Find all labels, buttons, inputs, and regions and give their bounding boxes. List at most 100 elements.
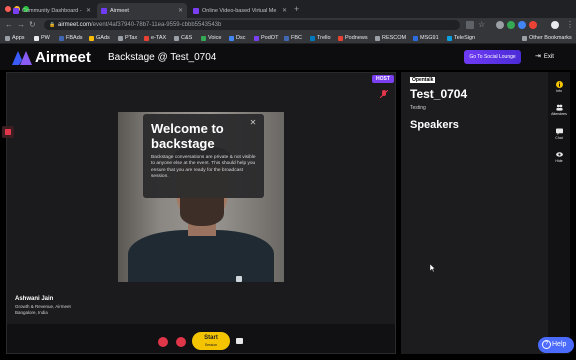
bookmark-favicon-icon [338, 35, 343, 41]
video-figure-shirt [128, 230, 274, 282]
speaker-details: Growth & Revenue, Airmeet Bangalore, Ind… [15, 304, 71, 315]
bookmark-favicon-icon [310, 35, 315, 41]
attendees-icon [555, 104, 563, 111]
event-description: Testing [410, 105, 426, 111]
bookmark-favicon-icon [229, 35, 234, 41]
bookmark-item[interactable]: PodOT [254, 34, 278, 42]
welcome-backstage-dialog: Welcome to backstage Backstage conversat… [143, 114, 264, 198]
back-icon[interactable]: ← [5, 20, 13, 30]
bookmark-item[interactable]: C&S [174, 34, 192, 42]
extension-icon[interactable] [496, 21, 504, 29]
airmeet-logo[interactable]: Airmeet [12, 49, 91, 66]
tab-favicon-icon [13, 7, 19, 14]
start-sub-label: Session [204, 343, 218, 347]
bookmark-item[interactable]: RESCOM [375, 34, 406, 42]
browser-tab-bar: Community Dashboard - Open ✕ Airmeet ✕ O… [0, 0, 576, 18]
rail-attendees[interactable]: Attendees [548, 104, 570, 116]
help-icon: ? [542, 340, 551, 349]
menu-dots-icon[interactable]: ⋮ [566, 20, 574, 30]
browser-toolbar: ← → ↻ 🔒 airmeet.com/event/4af37940-78b7-… [0, 18, 576, 32]
mouse-cursor-icon [430, 264, 435, 272]
bookmark-item[interactable]: e-TAX [144, 34, 166, 42]
tab-airmeet[interactable]: Airmeet ✕ [97, 3, 187, 18]
info-icon [555, 81, 563, 88]
rail-hide[interactable]: Hide [548, 151, 570, 163]
camera-off-icon[interactable] [158, 337, 168, 347]
app-header: Airmeet Backstage @ Test_0704 Go To Soci… [0, 44, 576, 70]
speaker-location: Bangalore, India [15, 309, 48, 315]
exit-icon: ⇥ [535, 53, 541, 60]
star-icon[interactable]: ☆ [478, 21, 486, 29]
bookmark-item[interactable]: Voice [201, 34, 221, 42]
bookmark-favicon-icon [413, 35, 418, 41]
tab-close-icon[interactable]: ✕ [86, 7, 91, 14]
bookmark-item[interactable]: MSG91 [413, 34, 439, 42]
exit-button[interactable]: ⇥ Exit [535, 53, 554, 61]
url-host: airmeet.com [58, 22, 92, 28]
bookmark-item[interactable]: Trello [310, 34, 331, 42]
bookmark-favicon-icon [144, 35, 149, 41]
page-title: Backstage @ Test_0704 [108, 52, 217, 63]
bookmark-favicon-icon [447, 35, 452, 41]
social-lounge-button[interactable]: Go To Social Lounge [464, 50, 521, 64]
rail-info[interactable]: Info [548, 81, 570, 93]
speaker-name: Ashwani Jain [15, 296, 54, 302]
bookmark-favicon-icon [59, 35, 64, 41]
tab-close-icon[interactable]: ✕ [282, 7, 287, 14]
start-session-button[interactable]: Start Session [192, 332, 230, 350]
welcome-title: Welcome to backstage [151, 121, 224, 151]
video-figure-beard [180, 198, 224, 226]
bookmark-item[interactable]: FBAds [59, 34, 83, 42]
tab-close-icon[interactable]: ✕ [178, 7, 183, 14]
bookmark-item[interactable]: PW [34, 34, 50, 42]
bookmark-favicon-icon [34, 35, 39, 41]
mic-off-icon[interactable] [176, 337, 186, 347]
bookmark-favicon-icon [89, 35, 94, 41]
logo-text: Airmeet [35, 49, 91, 66]
bookmark-favicon-icon [375, 35, 380, 41]
eye-icon [555, 152, 563, 157]
bookmark-item[interactable]: TeleSign [447, 34, 475, 42]
start-label: Start [204, 335, 218, 341]
bookmarks-bar: Apps PW FBAds GAds PTax e-TAX C&S Voice … [0, 32, 576, 44]
tab-community-dashboard[interactable]: Community Dashboard - Open ✕ [5, 3, 95, 18]
message-icon[interactable] [236, 338, 243, 344]
rail-chat[interactable]: Chat [548, 128, 570, 140]
reload-icon[interactable]: ↻ [29, 20, 36, 30]
folder-icon [522, 35, 527, 41]
bookmark-apps[interactable]: Apps [5, 34, 25, 42]
bookmark-item[interactable]: Dsc [229, 34, 245, 42]
bookmark-favicon-icon [254, 35, 259, 41]
muted-mic-icon[interactable] [380, 90, 388, 98]
bookmark-favicon-icon [118, 35, 123, 41]
extension-icon[interactable] [529, 21, 537, 29]
bookmark-item[interactable]: Podnews [338, 34, 368, 42]
help-label: Help [552, 341, 567, 348]
stop-icon [5, 129, 11, 135]
speakers-heading: Speakers [410, 119, 459, 131]
bookmark-item[interactable]: FBC [284, 34, 302, 42]
bookmark-other[interactable]: Other Bookmarks [522, 34, 572, 42]
address-bar[interactable]: 🔒 airmeet.com/event/4af37940-78b7-11ea-9… [44, 20, 460, 30]
bookmark-item[interactable]: PTax [118, 34, 137, 42]
new-tab-button[interactable]: + [294, 3, 299, 15]
tab-title: Online Video-based Virtual Me [202, 7, 277, 14]
tab-favicon-icon [193, 7, 199, 14]
stage-side-toggle[interactable] [2, 126, 14, 138]
help-button[interactable]: ? Help [538, 337, 574, 353]
tab-favicon-icon [101, 7, 107, 14]
bookmark-favicon-icon [201, 35, 206, 41]
welcome-body: Backstage conversations are private & no… [151, 155, 256, 180]
bookmark-favicon-icon [174, 35, 179, 41]
extension-icon[interactable] [518, 21, 526, 29]
tab-virtual-meet[interactable]: Online Video-based Virtual Me ✕ [189, 3, 291, 18]
profile-avatar[interactable] [551, 21, 559, 29]
apps-grid-icon [5, 35, 10, 41]
extension-icon[interactable] [507, 21, 515, 29]
close-icon[interactable]: ✕ [248, 118, 258, 128]
bookmark-favicon-icon [284, 35, 289, 41]
forward-icon[interactable]: → [17, 20, 25, 30]
bookmark-item[interactable]: GAds [89, 34, 110, 42]
cast-icon[interactable] [466, 21, 474, 29]
event-info-panel [401, 72, 548, 354]
